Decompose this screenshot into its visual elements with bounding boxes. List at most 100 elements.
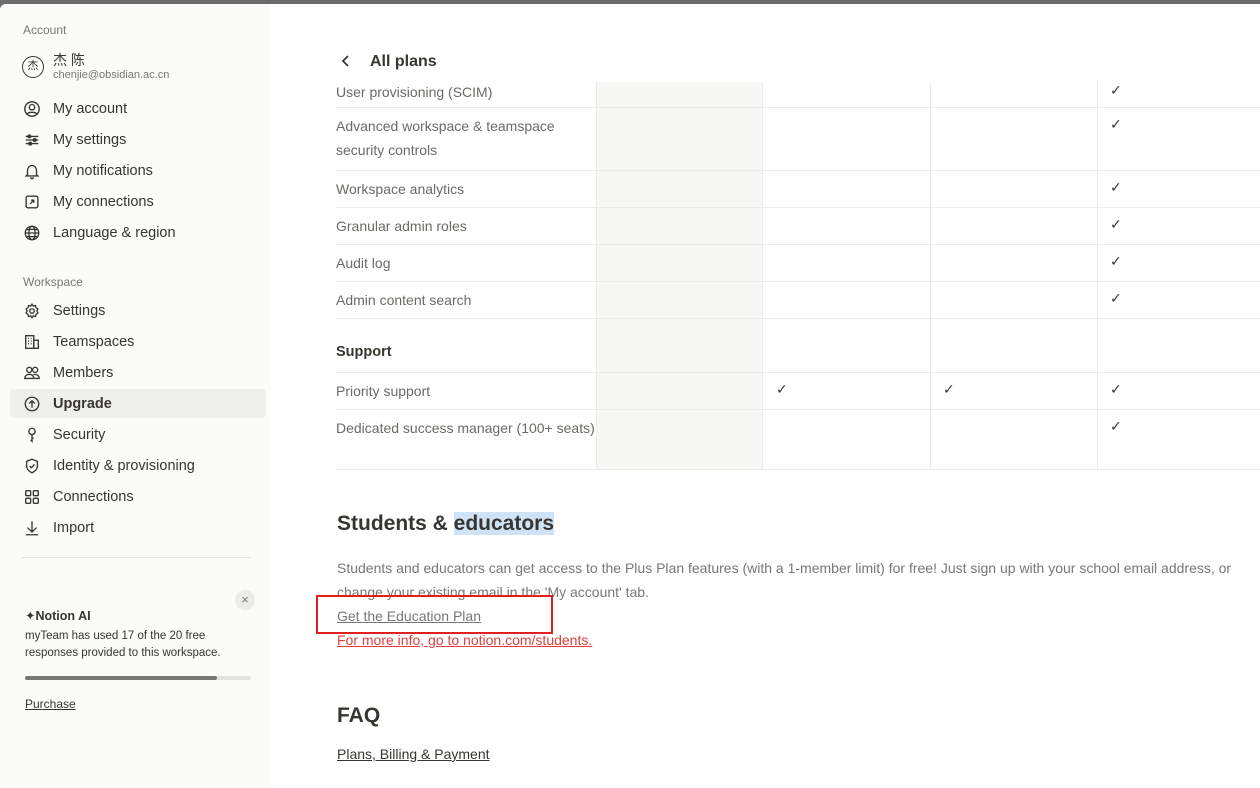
user-name: 杰 陈 (53, 52, 85, 68)
account-section-label: Account (23, 23, 67, 37)
column-divider (1097, 82, 1098, 107)
column-divider (1097, 373, 1098, 409)
check-icon: ✓ (776, 381, 788, 397)
check-icon: ✓ (1110, 381, 1122, 397)
sidebar-item-my-connections[interactable]: My connections (10, 187, 266, 216)
table-row: ✓ Workspace analytics (336, 171, 1260, 208)
table-row: ✓ User provisioning (SCIM) (336, 82, 1260, 108)
column-divider (930, 373, 931, 409)
table-row: ✓ Dedicated success manager (100+ seats) (336, 410, 1260, 470)
feature-label: Audit log (336, 255, 391, 271)
sidebar-item-label: Members (53, 364, 114, 381)
column-divider (930, 208, 931, 244)
sidebar-item-my-notifications[interactable]: My notifications (10, 156, 266, 185)
sidebar-item-label: My settings (53, 131, 127, 148)
sidebar-item-my-account[interactable]: My account (10, 94, 266, 123)
column-divider (930, 282, 931, 318)
feature-label: Workspace analytics (336, 181, 465, 197)
shield-icon (22, 456, 42, 476)
column-divider (930, 245, 931, 281)
avatar: 杰 (22, 56, 44, 78)
app-window: Account 杰 杰 陈 chenjie@obsidian.ac.cn My … (0, 4, 1260, 788)
check-icon: ✓ (1110, 253, 1122, 269)
key-icon (22, 425, 42, 445)
plan-column-highlight (596, 282, 763, 318)
plan-column-highlight (596, 410, 763, 469)
students-info-link[interactable]: For more info, go to notion.com/students… (337, 632, 592, 648)
sidebar-item-identity-provisioning[interactable]: Identity & provisioning (10, 451, 266, 480)
plan-column-highlight (596, 171, 763, 207)
column-divider (930, 82, 931, 107)
sidebar-item-teamspaces[interactable]: Teamspaces (10, 327, 266, 356)
sidebar-item-label: Language & region (53, 224, 176, 241)
sidebar-item-import[interactable]: Import (10, 513, 266, 542)
table-section-heading-row: Support (336, 319, 1260, 373)
sidebar-item-settings[interactable]: Settings (10, 296, 266, 325)
external-link-icon (22, 192, 42, 212)
chevron-left-icon[interactable] (340, 52, 370, 73)
table-row: ✓ Granular admin roles (336, 208, 1260, 245)
column-divider (1097, 319, 1098, 372)
main-content: All plans ✓ User provisioning (SCIM) ✓ Adva… (270, 4, 1260, 788)
ai-card-title: ✦Notion AI (25, 609, 91, 623)
plan-column-highlight (596, 208, 763, 244)
table-row: ✓ Admin content search (336, 282, 1260, 319)
sliders-icon (22, 130, 42, 150)
sidebar-item-label: My notifications (53, 162, 153, 179)
sidebar-item-label: Settings (53, 302, 106, 319)
column-divider (1097, 410, 1098, 469)
check-icon: ✓ (1110, 418, 1122, 434)
support-heading: Support (336, 344, 392, 360)
plan-column-highlight (596, 319, 763, 372)
page-title: All plans (370, 53, 437, 70)
table-row: ✓ Audit log (336, 245, 1260, 282)
sidebar-item-label: Identity & provisioning (53, 457, 195, 474)
sidebar-item-my-settings[interactable]: My settings (10, 125, 266, 154)
plan-column-highlight (596, 373, 763, 409)
column-divider (1097, 108, 1098, 170)
ai-usage-progress (25, 676, 251, 680)
download-icon (22, 518, 42, 538)
faq-heading: FAQ (337, 704, 381, 727)
feature-label: User provisioning (SCIM) (336, 84, 493, 100)
sidebar-item-connections[interactable]: Connections (10, 482, 266, 511)
user-profile: 杰 杰 陈 chenjie@obsidian.ac.cn (22, 49, 262, 85)
plan-column-highlight (596, 108, 763, 170)
students-heading: Students & educators (337, 512, 555, 535)
column-divider (930, 410, 931, 469)
check-icon: ✓ (1110, 116, 1122, 132)
sidebar-item-security[interactable]: Security (10, 420, 266, 449)
column-divider (1097, 282, 1098, 318)
column-divider (1097, 171, 1098, 207)
upgrade-icon (22, 394, 42, 414)
user-email: chenjie@obsidian.ac.cn (53, 69, 170, 81)
sidebar-item-language-region[interactable]: Language & region (10, 218, 266, 247)
table-row: ✓ ✓ ✓ Priority support (336, 373, 1260, 410)
bell-icon (22, 161, 42, 181)
close-icon[interactable]: × (235, 590, 255, 610)
check-icon: ✓ (1110, 179, 1122, 195)
plan-column-highlight (596, 82, 763, 107)
gear-icon (22, 301, 42, 321)
sidebar-item-label: My account (53, 100, 128, 117)
plan-comparison-table: ✓ User provisioning (SCIM) ✓ Advanced works… (336, 82, 1260, 470)
check-icon: ✓ (1110, 216, 1122, 232)
column-divider (1097, 245, 1098, 281)
ai-card-text: myTeam has used 17 of the 20 free respon… (25, 630, 221, 659)
table-row: ✓ Advanced workspace & teamspace security… (336, 108, 1260, 171)
sidebar-item-upgrade[interactable]: Upgrade (10, 389, 266, 418)
back-header: All plans (340, 50, 940, 74)
feature-label: Advanced workspace & teamspace security … (336, 118, 555, 158)
members-icon (22, 363, 42, 383)
faq-link-billing[interactable]: Plans, Billing & Payment (337, 746, 490, 762)
sidebar-item-members[interactable]: Members (10, 358, 266, 387)
column-divider (930, 108, 931, 170)
sparkle-icon: ✦ (25, 609, 36, 623)
sidebar-item-label: Import (53, 519, 95, 536)
ai-usage-progress-fill (25, 676, 218, 680)
purchase-link[interactable]: Purchase (25, 697, 76, 711)
grid-icon (22, 487, 42, 507)
feature-label: Priority support (336, 383, 431, 399)
check-icon: ✓ (943, 381, 955, 397)
globe-icon (22, 223, 42, 243)
